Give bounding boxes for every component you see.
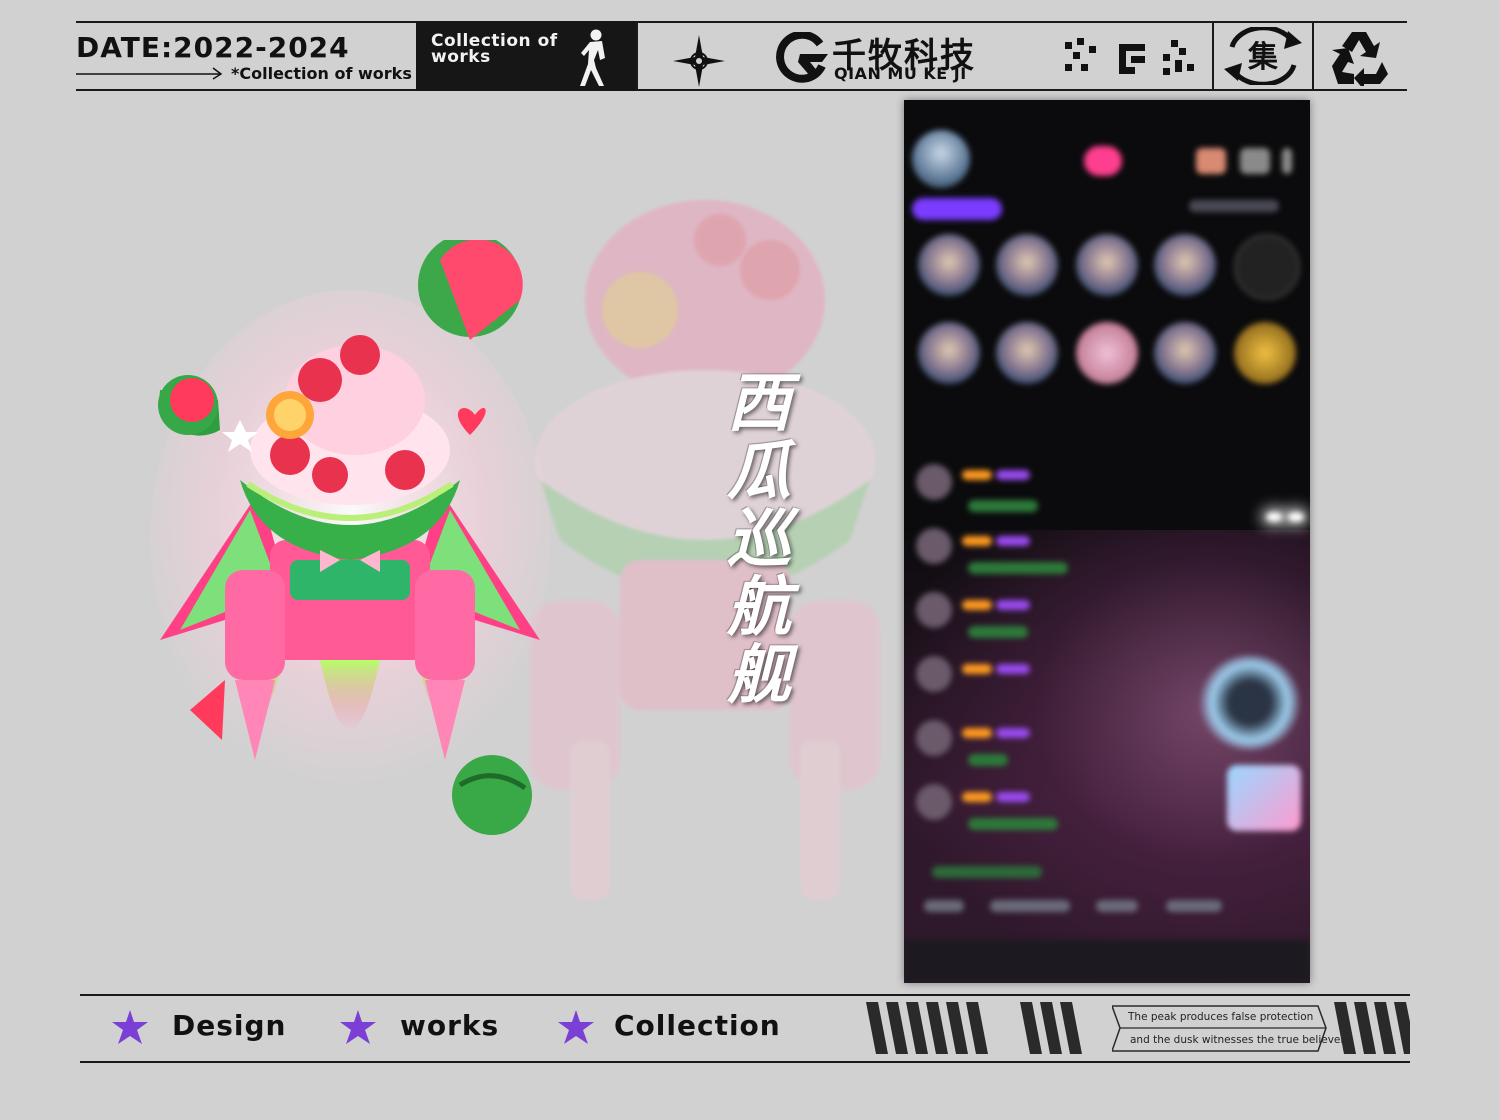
barcode-stripes [866,1002,988,1054]
chat-message [968,754,1008,766]
phone-screenshot-blurred [904,100,1310,983]
recycle-icon [1332,32,1388,86]
chat-avatar [916,656,952,692]
phone-background-scene [904,530,1310,983]
seat-avatar [1076,234,1138,296]
share-icon [1240,148,1270,174]
footer-word-works: works [400,1009,500,1042]
chat-avatar [916,784,952,820]
event-card [1227,765,1301,831]
chat-message [968,562,1068,574]
seat-avatar [996,234,1058,296]
chat-message [968,818,1058,830]
footer-word-design: Design [172,1009,287,1042]
date-range: DATE:2022-2024 [76,31,350,64]
chat-badge [996,664,1030,674]
purple-star-icon [340,1010,376,1044]
chat-avatar [916,528,952,564]
compass-star-icon [673,35,725,87]
seat-avatar [1154,234,1216,296]
badge-char: 集 [1247,40,1279,75]
seat-avatar [918,322,980,384]
seat-empty [1234,234,1300,300]
footer-word-collection: Collection [614,1009,781,1042]
menu-icon [1282,148,1292,174]
barcode-stripes [1020,1002,1082,1054]
audience-avatars [1189,200,1279,212]
chat-level-tag [962,470,992,480]
barcode-stripes [1334,1002,1410,1054]
collect-badge-icon: 集 [1224,27,1302,85]
follow-button [1084,146,1122,176]
dancer-figure-icon [580,29,605,86]
chat-badge [996,728,1030,738]
header-divider [1212,21,1214,91]
street-light [1266,512,1282,522]
long-arrow-icon [76,67,223,80]
chat-badge [996,600,1030,610]
chat-message [968,626,1028,638]
street-light [1288,512,1304,522]
header-bottom-rule [76,89,1407,91]
quote-line-1: The peak produces false protection [1128,1011,1314,1023]
quick-phrase [924,900,964,912]
seat-avatar [918,234,980,296]
quick-phrase [990,900,1070,912]
footer-bottom-rule [80,1061,1410,1063]
chat-level-tag [962,600,992,610]
pixel-glyphs-icon [1065,38,1194,75]
g-arrow-logo-icon [776,32,828,83]
collection-subtitle: *Collection of works [231,64,412,83]
seat-avatar [1234,322,1296,384]
chat-badge [996,536,1030,546]
seat-avatar [1154,322,1216,384]
header-divider [1312,21,1314,91]
art-title-vertical: 西瓜巡航舰 [727,366,791,713]
host-avatar [912,130,970,188]
brand-name-pinyin: QIAN MU KE JI [834,64,967,83]
quote-line-2: and the dusk witnesses the true believer… [1130,1034,1351,1046]
chat-level-tag [962,728,992,738]
watermelon-ship-illustration [150,240,550,835]
quick-phrase [1096,900,1138,912]
chat-level-tag [962,792,992,802]
purple-star-icon [558,1010,594,1044]
chat-badge [996,792,1030,802]
footer-top-rule [80,994,1410,996]
quick-reply [932,866,1042,878]
gift-icon [1196,148,1226,174]
chat-badge [996,470,1030,480]
seat-avatar [996,322,1058,384]
quick-phrase [1166,900,1222,912]
collection-label: Collection of works [431,31,558,67]
chat-level-tag [962,536,992,546]
seat-avatar [1076,322,1138,384]
purple-star-icon [112,1010,148,1044]
phone-bottom-bar [904,940,1310,983]
room-tag-pill [912,198,1002,220]
chat-avatar [916,592,952,628]
chat-avatar [916,464,952,500]
activity-crest [1200,655,1300,750]
chat-message [968,500,1038,512]
header-divider [636,21,638,91]
chat-avatar [916,720,952,756]
header-top-rule [76,21,1407,23]
chat-level-tag [962,664,992,674]
